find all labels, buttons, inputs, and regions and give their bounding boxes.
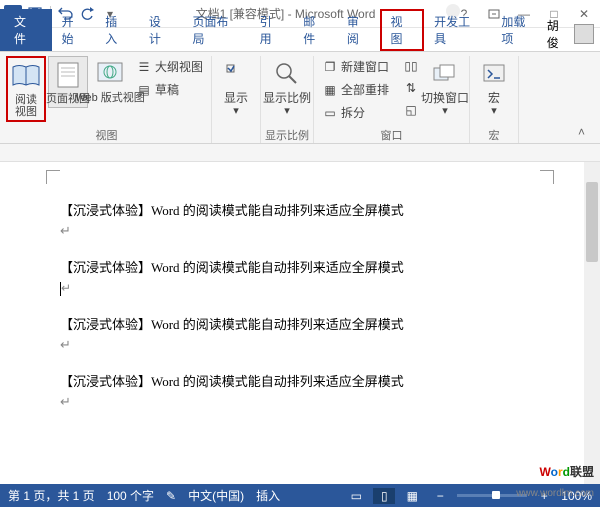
user-name: 胡俊 xyxy=(547,17,571,51)
tab-view[interactable]: 视图 xyxy=(380,9,424,51)
read-view-icon xyxy=(10,60,42,92)
ribbon-tabs: 文件 开始 插入 设计 页面布局 引用 邮件 审阅 视图 开发工具 加载项 胡俊 xyxy=(0,28,600,52)
zoom-out-button[interactable]: − xyxy=(429,488,451,504)
ribbon: 阅读 视图 页面视图 Web 版式视图 ☰大纲视图 ▤草稿 视图 显示▾ xyxy=(0,52,600,144)
group-views: 阅读 视图 页面视图 Web 版式视图 ☰大纲视图 ▤草稿 视图 xyxy=(2,56,212,143)
web-view-icon xyxy=(94,58,126,90)
group-label: 宏 xyxy=(474,127,514,143)
doc-line-2[interactable]: 【沉浸式体验】Word 的阅读模式能自动排列来适应全屏模式 xyxy=(60,257,570,276)
collapse-ribbon-button[interactable]: ˄ xyxy=(578,125,594,141)
tab-developer[interactable]: 开发工具 xyxy=(424,9,491,51)
print-layout-icon[interactable]: ▯ xyxy=(373,488,395,504)
arrange-icon: ▦ xyxy=(322,82,338,98)
proofing-icon[interactable]: ✎ xyxy=(166,489,176,503)
label: 显示比例▾ xyxy=(263,92,311,117)
document-area[interactable]: 【沉浸式体验】Word 的阅读模式能自动排列来适应全屏模式 ↵ 【沉浸式体验】W… xyxy=(0,162,600,484)
page-status[interactable]: 第 1 页，共 1 页 xyxy=(8,487,95,504)
para-mark: ↵ xyxy=(60,337,570,353)
side-by-side-button[interactable]: ▯▯ xyxy=(399,56,423,76)
tab-home[interactable]: 开始 xyxy=(52,9,96,51)
page-view-icon xyxy=(52,59,84,91)
doc-line-4[interactable]: 【沉浸式体验】Word 的阅读模式能自动排列来适应全屏模式 xyxy=(60,371,570,390)
read-mode-icon[interactable]: ▭ xyxy=(345,488,367,504)
side-icon: ▯▯ xyxy=(403,58,419,74)
draft-view-button[interactable]: ▤草稿 xyxy=(132,79,207,100)
sync-icon: ⇅ xyxy=(403,80,419,96)
draft-icon: ▤ xyxy=(136,82,152,98)
zoom-icon xyxy=(271,58,303,90)
group-label: 窗口 xyxy=(318,127,465,143)
group-label: 视图 xyxy=(6,127,207,143)
tab-addins[interactable]: 加载项 xyxy=(491,9,546,51)
zoom-button[interactable]: 显示比例▾ xyxy=(267,56,307,119)
tab-design[interactable]: 设计 xyxy=(139,9,183,51)
para-mark: ↵ xyxy=(60,394,570,410)
show-icon xyxy=(220,58,252,90)
tab-references[interactable]: 引用 xyxy=(250,9,294,51)
switch-window-button[interactable]: 切换窗口▾ xyxy=(425,56,465,119)
group-macros: 宏▾ 宏 xyxy=(470,56,519,143)
doc-line-1[interactable]: 【沉浸式体验】Word 的阅读模式能自动排列来适应全屏模式 xyxy=(60,200,570,219)
scroll-thumb[interactable] xyxy=(586,182,598,262)
tab-review[interactable]: 审阅 xyxy=(337,9,381,51)
split-button[interactable]: ▭拆分 xyxy=(318,102,393,123)
doc-line-3[interactable]: 【沉浸式体验】Word 的阅读模式能自动排列来适应全屏模式 xyxy=(60,314,570,333)
user-area[interactable]: 胡俊 xyxy=(547,17,600,51)
new-window-icon: ❐ xyxy=(322,59,338,75)
tab-insert[interactable]: 插入 xyxy=(95,9,139,51)
reset-position-button[interactable]: ◱ xyxy=(399,100,423,120)
label: 宏▾ xyxy=(488,92,500,117)
reset-icon: ◱ xyxy=(403,102,419,118)
tab-mailings[interactable]: 邮件 xyxy=(293,9,337,51)
language-status[interactable]: 中文(中国) xyxy=(188,487,244,504)
split-icon: ▭ xyxy=(322,105,338,121)
corner-left xyxy=(46,170,60,184)
tab-layout[interactable]: 页面布局 xyxy=(182,9,249,51)
label: 切换窗口▾ xyxy=(421,92,469,117)
insert-mode[interactable]: 插入 xyxy=(256,487,280,504)
label: 阅读 视图 xyxy=(15,94,37,118)
page-corners xyxy=(46,170,570,184)
macros-icon xyxy=(478,58,510,90)
show-button[interactable]: 显示▾ xyxy=(216,56,256,119)
watermark: Word联盟 xyxy=(540,463,594,481)
group-window: ❐新建窗口 ▦全部重排 ▭拆分 ▯▯ ⇅ ◱ 切换窗口▾ 窗口 xyxy=(314,56,470,143)
status-bar: 第 1 页，共 1 页 100 个字 ✎ 中文(中国) 插入 ▭ ▯ ▦ − +… xyxy=(0,484,600,507)
sync-scroll-button[interactable]: ⇅ xyxy=(399,78,423,98)
web-view-button[interactable]: Web 版式视图 xyxy=(90,56,130,106)
label: 显示▾ xyxy=(224,92,248,117)
macros-button[interactable]: 宏▾ xyxy=(474,56,514,119)
vertical-scrollbar[interactable] xyxy=(584,162,600,484)
avatar xyxy=(574,24,594,44)
group-zoom: 显示比例▾ 显示比例 xyxy=(261,56,314,143)
tab-file[interactable]: 文件 xyxy=(0,9,52,51)
new-window-button[interactable]: ❐新建窗口 xyxy=(318,56,393,77)
para-mark: ↵ xyxy=(60,280,570,296)
switch-window-icon xyxy=(429,58,461,90)
read-view-button[interactable]: 阅读 视图 xyxy=(6,56,46,122)
corner-right xyxy=(540,170,554,184)
word-count[interactable]: 100 个字 xyxy=(107,487,154,504)
outline-view-button[interactable]: ☰大纲视图 xyxy=(132,56,207,77)
para-mark: ↵ xyxy=(60,223,570,239)
group-show: 显示▾ xyxy=(212,56,261,143)
group-label: 显示比例 xyxy=(265,127,309,143)
outline-icon: ☰ xyxy=(136,59,152,75)
web-layout-icon[interactable]: ▦ xyxy=(401,488,423,504)
watermark-url: www.wordlm.com xyxy=(516,488,594,499)
arrange-all-button[interactable]: ▦全部重排 xyxy=(318,79,393,100)
ruler xyxy=(0,144,600,162)
